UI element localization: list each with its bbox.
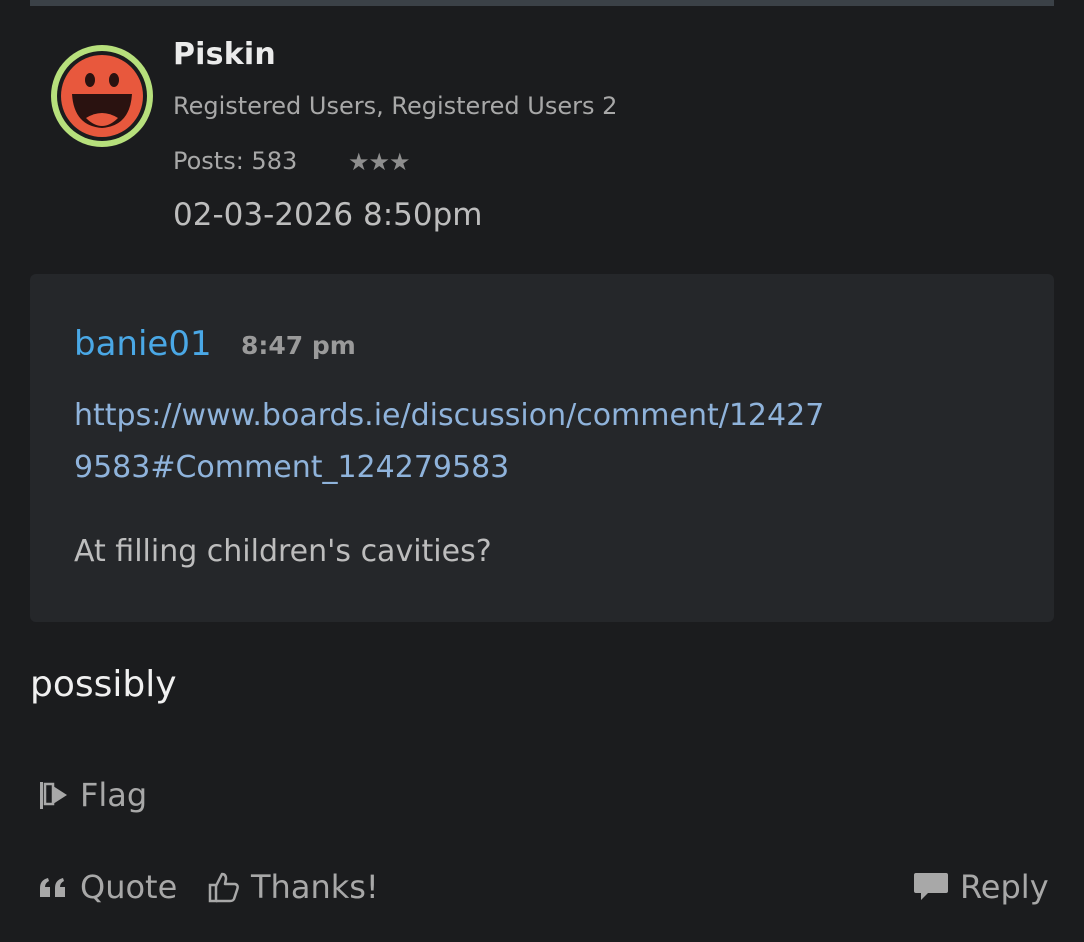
reply-label: Reply — [960, 868, 1049, 906]
reply-button[interactable]: Reply — [912, 868, 1049, 906]
author-name[interactable]: Piskin — [173, 37, 276, 72]
grinning-face-icon — [51, 45, 153, 147]
avatar[interactable] — [50, 44, 154, 148]
top-divider — [30, 0, 1054, 6]
quote-block: banie01 8:47 pm https://www.boards.ie/di… — [30, 274, 1054, 622]
quote-link[interactable]: https://www.boards.ie/discussion/comment… — [74, 390, 834, 494]
quote-label: Quote — [80, 868, 178, 906]
quote-icon — [38, 871, 70, 903]
flag-label: Flag — [80, 776, 148, 814]
rank-stars: ★★★ — [348, 148, 411, 176]
post-body: possibly — [30, 664, 177, 705]
posts-count: Posts: 583 — [173, 147, 298, 175]
flag-button[interactable]: Flag — [36, 776, 147, 814]
author-roles: Registered Users, Registered Users 2 — [173, 92, 618, 120]
thumbs-up-icon — [207, 870, 241, 904]
quote-time: 8:47 pm — [241, 331, 356, 360]
post-page: Piskin Registered Users, Registered User… — [0, 0, 1084, 942]
quote-text: At filling children's cavities? — [74, 534, 492, 569]
post-date[interactable]: 02-03-2026 8:50pm — [173, 197, 483, 233]
quote-button[interactable]: Quote — [38, 868, 177, 906]
speech-bubble-icon — [912, 870, 950, 904]
thanks-button[interactable]: Thanks! — [207, 868, 379, 906]
flag-icon — [36, 778, 70, 812]
thanks-label: Thanks! — [251, 868, 379, 906]
quote-author[interactable]: banie01 — [74, 324, 212, 364]
